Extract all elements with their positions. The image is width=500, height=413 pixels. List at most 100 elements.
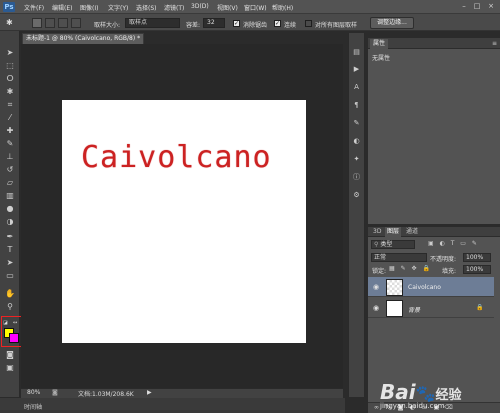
canvas-text-selection: Caivolcano	[81, 140, 272, 175]
layer-filter-icons[interactable]: ▣ ◐ T ▭ ✎	[428, 240, 484, 249]
blur-tool-icon[interactable]: ●	[4, 203, 16, 214]
info-panel-icon[interactable]: ⓘ	[351, 172, 362, 183]
magic-wand-icon[interactable]: ✱	[6, 17, 20, 29]
menu-view[interactable]: 视图(V)	[217, 3, 238, 12]
crop-tool-icon[interactable]: ⌗	[4, 99, 16, 110]
refine-edge-button[interactable]: 调整边缘...	[370, 17, 414, 29]
tolerance-input[interactable]: 32	[203, 18, 225, 28]
menu-file[interactable]: 文件(F)	[24, 3, 44, 12]
minimize-button[interactable]: –	[458, 2, 470, 11]
tolerance-label: 容差:	[186, 22, 201, 29]
opacity-input[interactable]: 100%	[463, 253, 491, 262]
tab-layers[interactable]: 图层	[385, 227, 402, 237]
panel-menu-icon[interactable]: ≡	[492, 40, 498, 48]
opacity-label: 不透明度:	[430, 256, 457, 263]
dodge-tool-icon[interactable]: ◑	[4, 216, 16, 227]
zoom-tool-icon[interactable]: ⚲	[4, 301, 16, 312]
visibility-eye-icon[interactable]: ◉	[372, 283, 380, 291]
timeline-bar	[0, 398, 345, 413]
character-panel-icon[interactable]: A	[351, 82, 362, 93]
eyedropper-tool-icon[interactable]: ⁄	[4, 112, 16, 123]
layer-thumbnail	[386, 300, 403, 317]
new-selection-icon[interactable]	[32, 18, 42, 28]
contiguous-checkbox[interactable]: ✓	[274, 20, 281, 27]
color-highlight-box	[1, 316, 23, 347]
zoom-level[interactable]: 80%	[27, 389, 40, 396]
antialias-checkbox[interactable]: ✓	[233, 20, 240, 27]
antialias-label: 消除锯齿	[243, 22, 268, 29]
history-brush-tool-icon[interactable]: ↺	[4, 164, 16, 175]
layer-filter-value: 类型	[380, 241, 393, 248]
lock-icons[interactable]: ▦ ✎ ✥ 🔒	[389, 265, 430, 273]
shape-tool-icon[interactable]: ▭	[4, 270, 16, 281]
tab-channels[interactable]: 通道	[404, 227, 420, 237]
properties-panel	[368, 38, 500, 224]
subtract-selection-icon[interactable]	[58, 18, 68, 28]
status-bar	[21, 388, 343, 398]
layer-name[interactable]: 背景	[408, 305, 420, 314]
quick-mask-icon[interactable]: ◙	[4, 349, 16, 360]
brush-panel-icon[interactable]: ✎	[351, 118, 362, 129]
menu-image[interactable]: 图像(I)	[80, 3, 98, 12]
visibility-eye-icon[interactable]: ◉	[372, 304, 380, 312]
close-button[interactable]: ×	[485, 2, 497, 11]
contiguous-label: 连续	[284, 22, 297, 29]
layer-filter-select[interactable]: ⚲ 类型	[371, 240, 415, 249]
menu-3d[interactable]: 3D(D)	[191, 3, 209, 10]
type-tool-icon[interactable]: T	[4, 244, 16, 255]
menu-filter[interactable]: 滤镜(T)	[164, 3, 184, 12]
watermark-suffix: 经验	[435, 388, 462, 403]
sample-size-select[interactable]: 取样点	[125, 18, 180, 28]
lock-icon: 🔒	[476, 304, 484, 311]
screen-mode-icon[interactable]: ▣	[4, 362, 16, 373]
marquee-tool-icon[interactable]: ⬚	[4, 60, 16, 71]
pen-tool-icon[interactable]: ✒	[4, 231, 16, 242]
tool-presets-icon[interactable]: ⚙	[351, 190, 362, 201]
eraser-tool-icon[interactable]: ▱	[4, 177, 16, 188]
paragraph-panel-icon[interactable]: ¶	[351, 100, 362, 111]
baidu-watermark: Bai🐾经验 jingyan.baidu.com	[380, 380, 462, 410]
blend-mode-select[interactable]: 正常	[371, 253, 427, 262]
quick-select-tool-icon[interactable]: ✱	[4, 86, 16, 97]
sample-size-label: 取样大小:	[94, 22, 121, 29]
document-tab[interactable]: 未标题-1 @ 80% (Caivolcano, RGB/8) *	[22, 33, 144, 44]
lasso-tool-icon[interactable]: ⵔ	[4, 73, 16, 84]
photoshop-logo: Ps	[3, 2, 15, 12]
layer-name[interactable]: Caivolcano	[408, 284, 441, 291]
timeline-tab[interactable]: 时间轴	[24, 402, 42, 411]
all-layers-label: 对所有图层取样	[315, 22, 358, 29]
brush-tool-icon[interactable]: ✎	[4, 138, 16, 149]
adjustments-panel-icon[interactable]: ◐	[351, 136, 362, 147]
healing-brush-tool-icon[interactable]: ✚	[4, 125, 16, 136]
hand-tool-icon[interactable]: ✋	[4, 288, 16, 299]
styles-panel-icon[interactable]: ✦	[351, 154, 362, 165]
watermark-url: jingyan.baidu.com	[380, 402, 445, 410]
add-selection-icon[interactable]	[45, 18, 55, 28]
tab-3d[interactable]: 3D	[371, 227, 383, 237]
document-size: 文档:1.03M/208.6K	[78, 391, 134, 398]
menu-type[interactable]: 文字(Y)	[108, 3, 128, 12]
menu-window[interactable]: 窗口(W)	[244, 3, 267, 12]
actions-panel-icon[interactable]: ▶	[351, 64, 362, 75]
baidu-paw-icon: 🐾	[415, 384, 436, 403]
gradient-tool-icon[interactable]: ▥	[4, 190, 16, 201]
history-panel-icon[interactable]: ▤	[351, 47, 362, 58]
fill-label: 填充:	[442, 268, 457, 275]
menu-select[interactable]: 选择(S)	[136, 3, 157, 12]
status-info-icon[interactable]: ◙	[52, 389, 58, 396]
intersect-selection-icon[interactable]	[71, 18, 81, 28]
status-arrow-icon[interactable]: ▶	[147, 389, 152, 396]
menu-help[interactable]: 帮助(H)	[272, 3, 293, 12]
move-tool-icon[interactable]: ➤	[4, 47, 16, 58]
fill-input[interactable]: 100%	[463, 265, 491, 274]
document-canvas[interactable]	[62, 100, 306, 343]
all-layers-checkbox[interactable]	[305, 20, 312, 27]
clone-stamp-tool-icon[interactable]: ⊥	[4, 151, 16, 162]
watermark-brand: Bai	[380, 380, 416, 404]
menu-edit[interactable]: 编辑(E)	[52, 3, 72, 12]
lock-label: 锁定:	[372, 268, 387, 275]
path-select-tool-icon[interactable]: ➤	[4, 257, 16, 268]
layer-thumbnail	[386, 279, 403, 296]
tab-properties[interactable]: 属性	[370, 39, 389, 49]
maximize-button[interactable]: □	[471, 2, 483, 11]
